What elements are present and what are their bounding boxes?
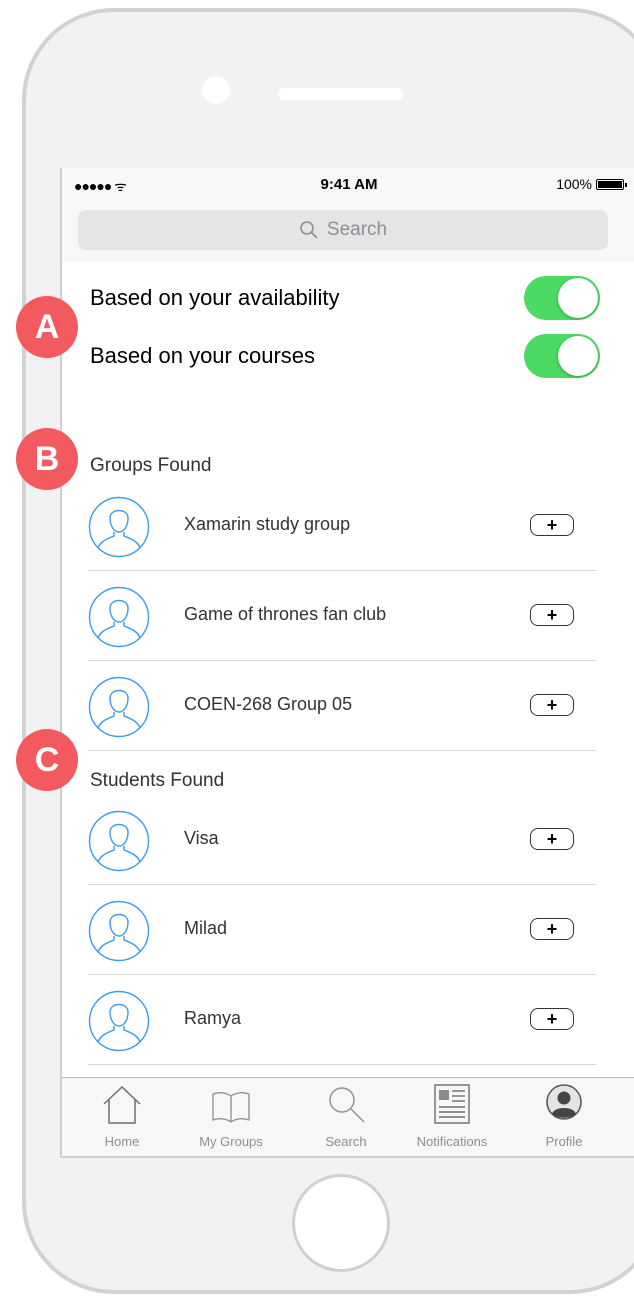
toggle-knob: [558, 336, 598, 376]
screen: ●●●●● ᯤ 9:41 AM 100% Search Based on you…: [60, 168, 634, 1158]
tab-label: Home: [104, 1134, 140, 1149]
avatar-icon: [88, 676, 150, 738]
search-input[interactable]: Search: [78, 210, 608, 250]
tab-profile[interactable]: Profile: [514, 1078, 614, 1156]
status-time: 9:41 AM: [320, 176, 378, 193]
annotation-marker-b: B: [16, 428, 78, 490]
add-group-button[interactable]: +: [530, 514, 574, 536]
add-group-button[interactable]: +: [530, 694, 574, 716]
avatar-icon: [88, 990, 150, 1052]
filter-availability-toggle[interactable]: [524, 276, 600, 320]
student-name: Ramya: [184, 1008, 242, 1028]
speaker: [278, 88, 404, 100]
tab-label: My Groups: [199, 1134, 263, 1149]
add-student-button[interactable]: +: [530, 828, 574, 850]
filter-availability-label: Based on your availability: [90, 285, 340, 310]
home-hardware-button[interactable]: [292, 1174, 390, 1272]
avatar-icon: [88, 496, 150, 558]
students-section-title: Students Found: [90, 770, 225, 791]
status-bar: ●●●●● ᯤ 9:41 AM 100%: [62, 168, 634, 204]
group-name: Xamarin study group: [184, 514, 351, 534]
search-placeholder: Search: [326, 219, 388, 240]
battery-icon: [596, 178, 627, 190]
avatar-icon: [88, 810, 150, 872]
add-group-button[interactable]: +: [530, 604, 574, 626]
group-name: Game of thrones fan club: [184, 604, 387, 624]
home-icon: [103, 1085, 141, 1124]
avatar-icon: [88, 900, 150, 962]
filter-courses-toggle[interactable]: [524, 334, 600, 378]
divider: [88, 750, 596, 751]
tab-my-groups[interactable]: My Groups: [181, 1078, 281, 1156]
tab-label: Profile: [545, 1134, 583, 1149]
group-name: COEN-268 Group 05: [184, 694, 353, 714]
toggle-knob: [558, 278, 598, 318]
notifications-icon: [434, 1084, 470, 1124]
filter-courses-label: Based on your courses: [90, 343, 316, 368]
tab-home[interactable]: Home: [72, 1078, 172, 1156]
tab-notifications[interactable]: Notifications: [402, 1078, 502, 1156]
student-row[interactable]: Milad +: [88, 885, 596, 975]
add-student-button[interactable]: +: [530, 1008, 574, 1030]
annotation-marker-c: C: [16, 729, 78, 791]
filter-courses-row: Based on your courses: [90, 334, 600, 378]
tab-search[interactable]: Search: [296, 1078, 396, 1156]
add-student-button[interactable]: +: [530, 918, 574, 940]
battery-indicator: 100%: [556, 176, 627, 192]
group-row[interactable]: COEN-268 Group 05 +: [88, 661, 596, 751]
profile-icon: [546, 1084, 582, 1120]
student-name: Visa: [184, 828, 219, 848]
group-row[interactable]: Xamarin study group +: [88, 481, 596, 571]
groups-section-title: Groups Found: [90, 455, 212, 476]
annotation-marker-a: A: [16, 296, 78, 358]
student-row[interactable]: Ramya +: [88, 975, 596, 1065]
search-icon: [329, 1087, 365, 1123]
camera: [202, 76, 230, 104]
search-icon: [300, 221, 318, 239]
filter-availability-row: Based on your availability: [90, 276, 600, 320]
book-icon: [212, 1092, 250, 1123]
battery-percent: 100%: [556, 176, 592, 192]
tab-label: Search: [325, 1134, 367, 1149]
student-row[interactable]: Visa +: [88, 795, 596, 885]
tab-label: Notifications: [416, 1134, 488, 1149]
divider: [88, 1064, 596, 1065]
student-name: Milad: [184, 918, 228, 938]
tab-bar: Home My Groups Search Notifications Prof…: [62, 1077, 634, 1156]
group-row[interactable]: Game of thrones fan club +: [88, 571, 596, 661]
search-container: Search: [62, 204, 634, 262]
avatar-icon: [88, 586, 150, 648]
